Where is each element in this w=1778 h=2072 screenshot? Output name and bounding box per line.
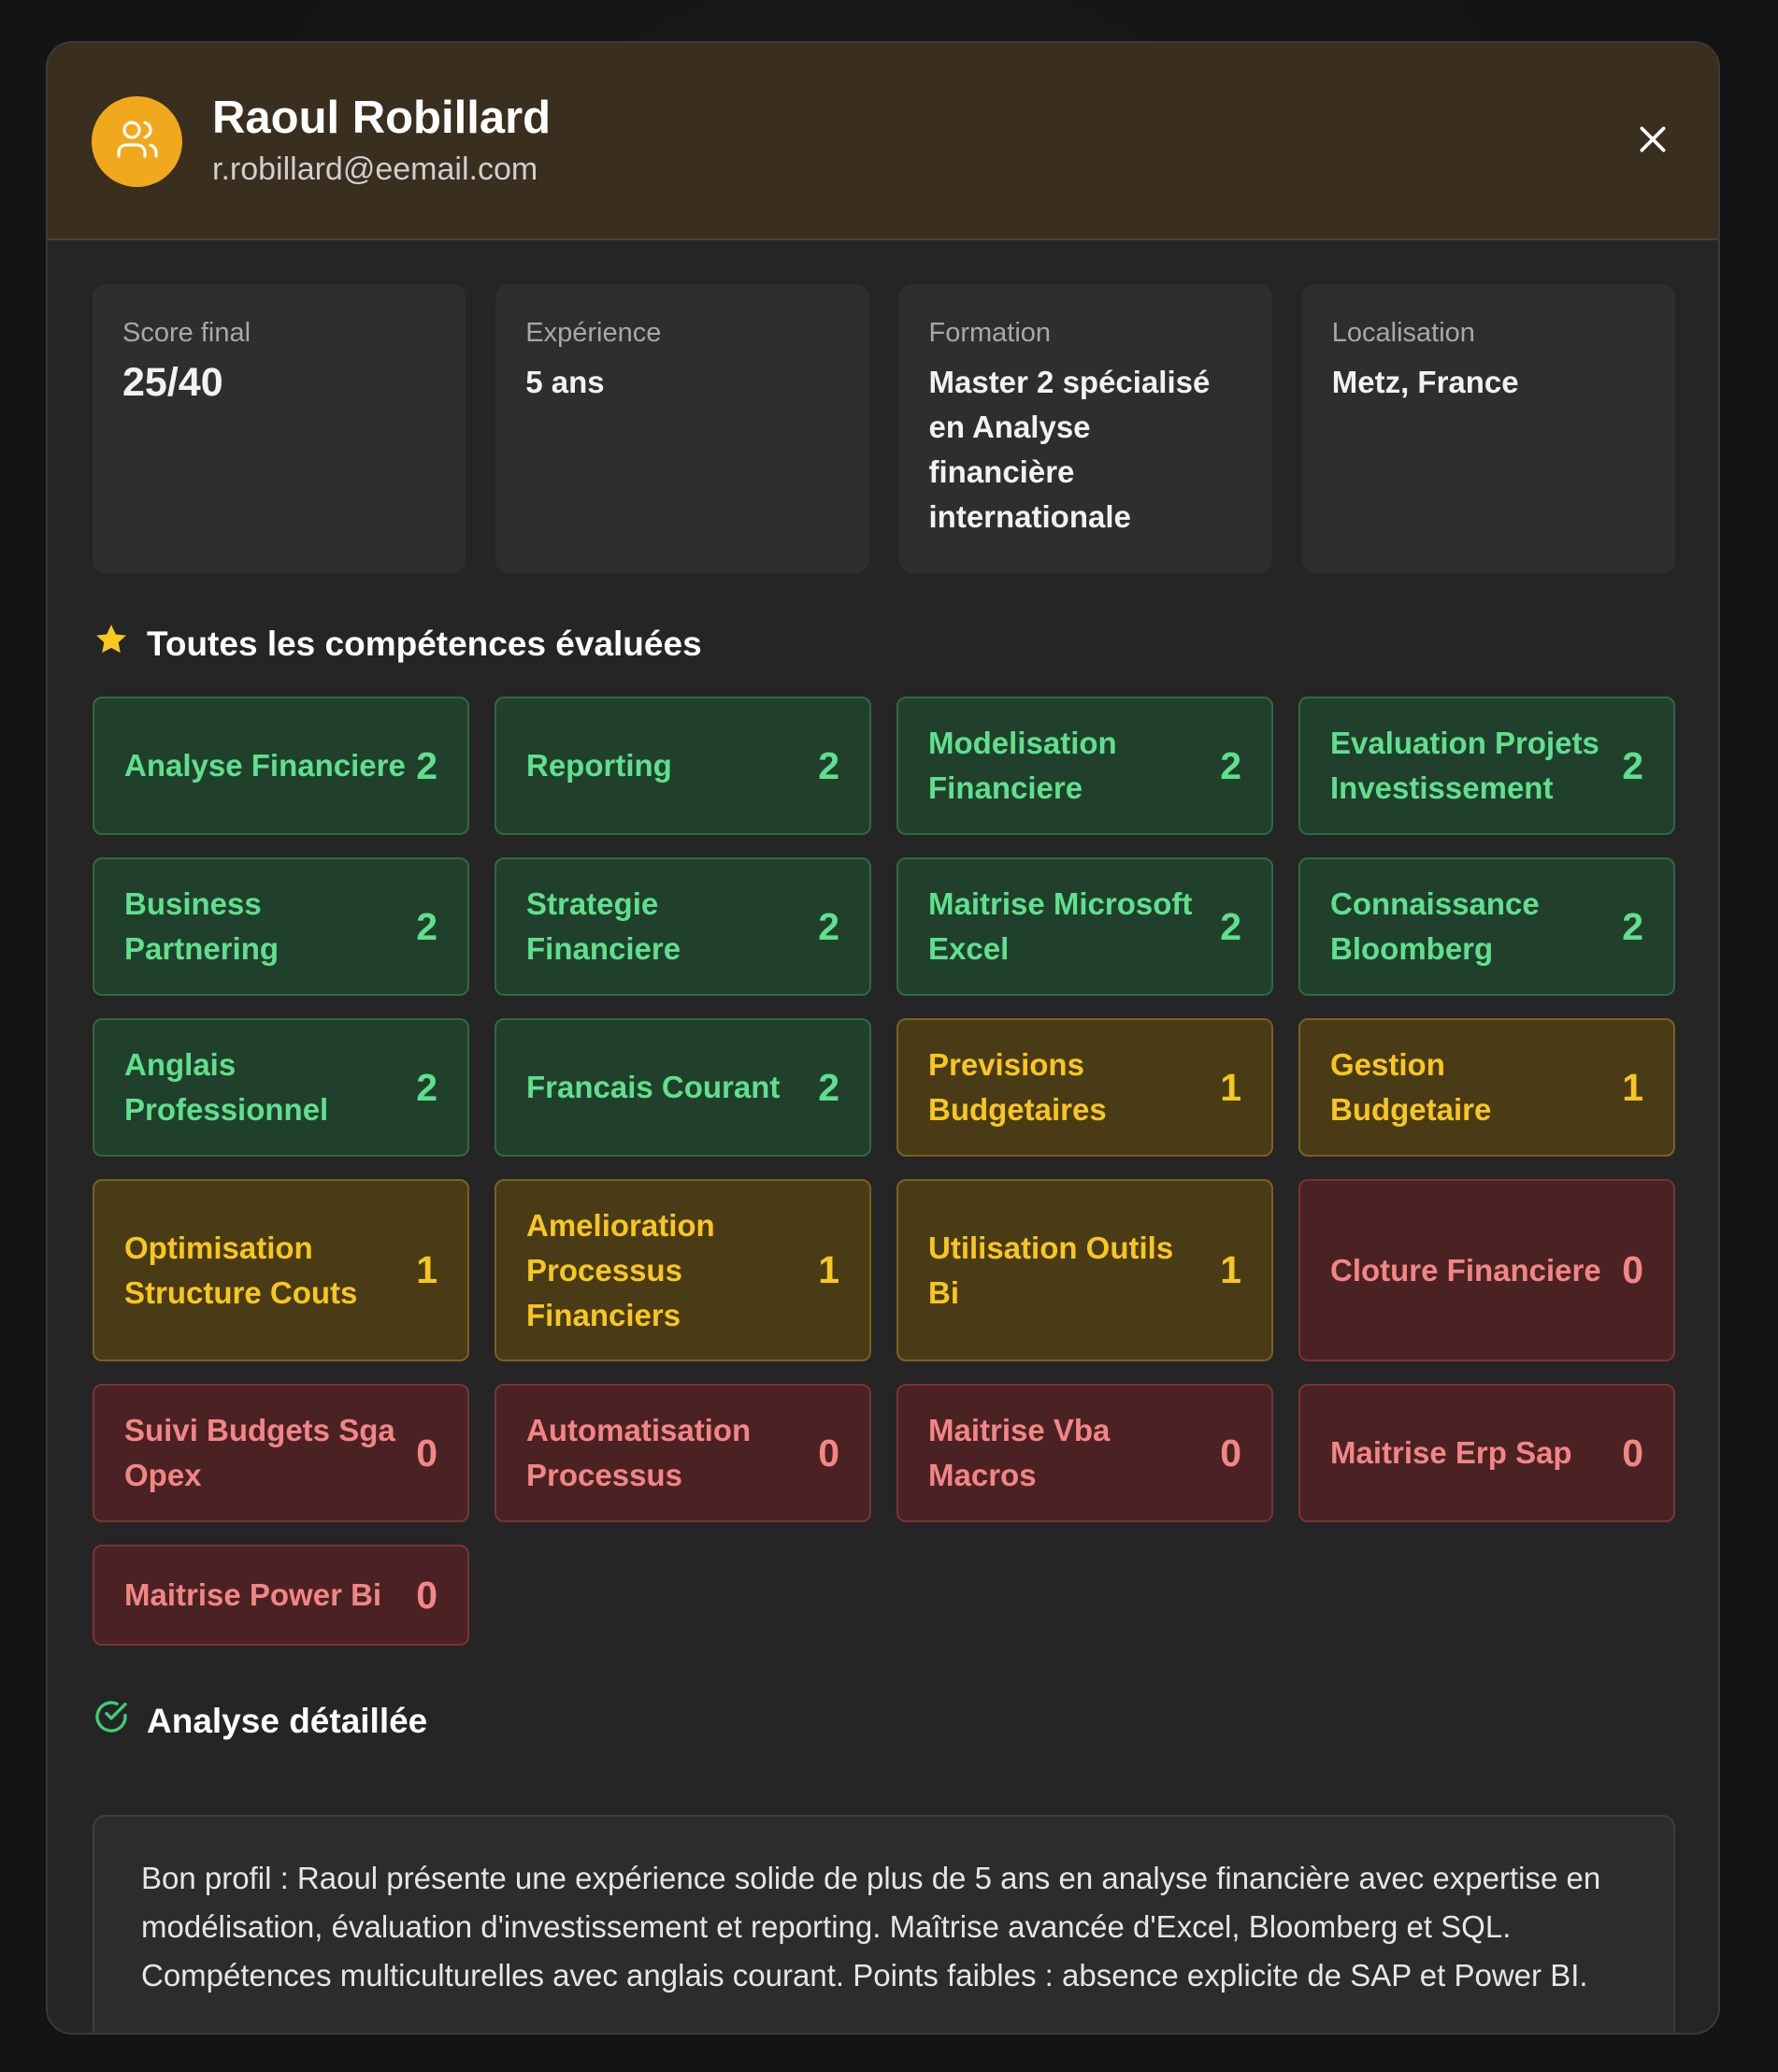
skill-label: Suivi Budgets Sga Opex [124,1413,395,1492]
skill-label: Evaluation Projets Investissement [1330,726,1599,805]
stat-score: Score final 25/40 [93,284,466,573]
stat-value: 25/40 [122,360,223,405]
skill-label: Analyse Financiere [124,748,406,783]
skill-score: 1 [818,1248,839,1291]
skill-label: Maitrise Vba Macros [928,1413,1111,1492]
skill-label: Anglais Professionnel [124,1047,329,1127]
stat-value: Metz, France [1331,365,1519,399]
close-button[interactable] [1634,121,1671,158]
skill-score: 1 [1220,1065,1241,1109]
skill-label: Cloture Financiere [1330,1252,1601,1288]
skill-score: 2 [1622,743,1643,787]
stat-label: Expérience [525,318,662,348]
skill-score: 2 [1220,743,1241,787]
skill-card[interactable]: Connaissance Bloomberg 2 [1298,857,1675,996]
skills-section-title: Toutes les compétences évaluées [93,621,702,667]
skill-label: Business Partnering [124,886,280,966]
skill-card[interactable]: Previsions Budgetaires 1 [896,1018,1273,1157]
skill-card[interactable]: Cloture Financiere 0 [1298,1179,1675,1361]
skill-card[interactable]: Francais Courant 2 [495,1018,871,1157]
stat-formation: Formation Master 2 spécialisé en Analyse… [898,284,1272,573]
skill-card[interactable]: Business Partnering 2 [93,857,469,996]
skill-score: 0 [1622,1248,1643,1291]
candidate-email: r.robillard@eemail.com [212,151,538,187]
analysis-section-title: Analyse détaillée [93,1698,427,1744]
skill-card[interactable]: Evaluation Projets Investissement 2 [1298,697,1675,835]
skill-label: Utilisation Outils Bi [928,1230,1174,1310]
skill-card[interactable]: Maitrise Vba Macros 0 [896,1384,1273,1522]
skill-label: Gestion Budgetaire [1330,1047,1492,1127]
skill-label: Connaissance Bloomberg [1330,886,1540,966]
skill-score: 2 [416,743,437,787]
skill-score: 1 [1220,1248,1241,1291]
skill-label: Modelisation Financiere [928,726,1117,805]
skill-score: 2 [818,1065,839,1109]
analysis-text: Bon profil : Raoul présente une expérien… [141,1861,1601,1993]
candidate-modal: Raoul Robillard r.robillard@eemail.com S… [46,41,1720,2035]
skill-card[interactable]: Suivi Budgets Sga Opex 0 [93,1384,469,1522]
stat-label: Localisation [1331,318,1475,348]
analysis-panel: Bon profil : Raoul présente une expérien… [93,1815,1675,2033]
skill-score: 0 [416,1573,437,1617]
skill-score: 0 [1622,1431,1643,1475]
stat-label: Formation [928,318,1052,348]
check-circle-icon [93,1698,130,1744]
skill-score: 2 [1220,904,1241,948]
skill-card[interactable]: Amelioration Processus Financiers 1 [495,1179,871,1361]
section-title-text: Analyse détaillée [147,1701,428,1740]
candidate-name: Raoul Robillard [212,93,552,143]
stats-grid: Score final 25/40 Expérience 5 ans Forma… [93,284,1675,573]
skill-label: Amelioration Processus Financiers [526,1207,715,1332]
stat-location: Localisation Metz, France [1301,284,1675,573]
skill-label: Maitrise Erp Sap [1330,1435,1572,1470]
skill-label: Strategie Financiere [526,886,681,966]
skill-score: 2 [1622,904,1643,948]
skill-label: Previsions Budgetaires [928,1047,1107,1127]
skill-label: Automatisation Processus [526,1413,752,1492]
skill-label: Francais Courant [526,1070,781,1104]
skill-label: Optimisation Structure Couts [124,1230,358,1310]
skill-card[interactable]: Anglais Professionnel 2 [93,1018,469,1157]
skill-card[interactable]: Modelisation Financiere 2 [896,697,1273,835]
skill-score: 2 [416,1065,437,1109]
stat-experience: Expérience 5 ans [495,284,869,573]
skill-card[interactable]: Utilisation Outils Bi 1 [896,1179,1273,1361]
skill-card[interactable]: Reporting 2 [495,697,871,835]
skill-card[interactable]: Analyse Financiere 2 [93,697,469,835]
stat-label: Score final [122,318,251,348]
skill-score: 0 [1220,1431,1241,1475]
skill-score: 1 [416,1248,437,1291]
skill-label: Maitrise Power Bi [124,1577,382,1612]
skill-card[interactable]: Maitrise Erp Sap 0 [1298,1384,1675,1522]
section-title-text: Toutes les compétences évaluées [147,624,702,663]
skill-score: 2 [416,904,437,948]
skill-card[interactable]: Optimisation Structure Couts 1 [93,1179,469,1361]
skill-label: Maitrise Microsoft Excel [928,886,1193,966]
avatar [92,96,182,187]
skill-card[interactable]: Strategie Financiere 2 [495,857,871,996]
modal-header: Raoul Robillard r.robillard@eemail.com [48,43,1718,240]
skills-grid: Analyse Financiere 2 Reporting 2 Modelisat… [93,697,1675,1646]
star-icon [93,621,130,667]
skill-score: 2 [818,904,839,948]
skill-score: 0 [416,1431,437,1475]
skill-score: 2 [818,743,839,787]
users-icon [115,117,160,166]
skill-card[interactable]: Maitrise Power Bi 0 [93,1545,469,1646]
skill-label: Reporting [526,748,672,783]
skill-card[interactable]: Gestion Budgetaire 1 [1298,1018,1675,1157]
skill-card[interactable]: Automatisation Processus 0 [495,1384,871,1522]
skill-score: 1 [1622,1065,1643,1109]
close-icon[interactable] [1634,126,1671,162]
skill-card[interactable]: Maitrise Microsoft Excel 2 [896,857,1273,996]
stat-value: 5 ans [525,365,605,399]
stat-value: Master 2 spécialisé en Analyse financièr… [928,365,1211,534]
skill-score: 0 [818,1431,839,1475]
